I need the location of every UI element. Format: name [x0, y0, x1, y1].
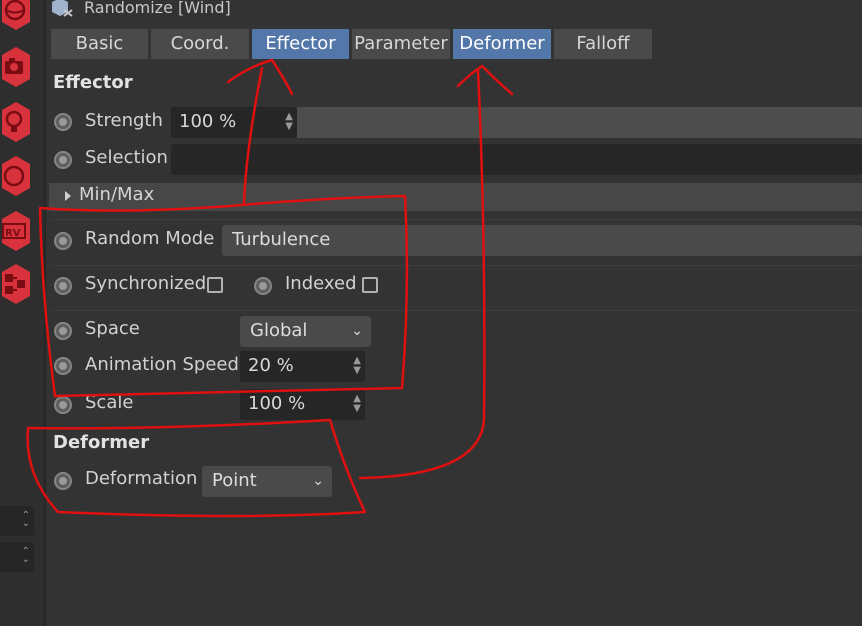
row-divider — [49, 219, 862, 220]
row-divider — [49, 265, 862, 266]
left-toolbar: RV ⌃ ⌄ ⌃ ⌄ — [0, 0, 46, 626]
light-tool-icon[interactable] — [0, 100, 32, 146]
strength-value: 100 % — [179, 111, 237, 132]
tab-deformer[interactable]: Deformer — [453, 29, 551, 59]
synchronized-checkbox[interactable] — [207, 277, 223, 293]
minmax-label: Min/Max — [79, 184, 155, 205]
indexed-label: Indexed — [285, 273, 357, 294]
selection-link-field[interactable] — [171, 144, 862, 175]
environment-tool-icon[interactable] — [0, 154, 32, 200]
indexed-animate-radio[interactable] — [254, 277, 272, 295]
sphere-tool-icon[interactable] — [0, 0, 32, 34]
space-dropdown[interactable]: Global ⌄ — [240, 316, 371, 347]
deformer-section-title: Deformer — [53, 432, 150, 453]
scale-field[interactable]: 100 % ▲ ▼ — [240, 389, 365, 420]
random-mode-label: Random Mode — [85, 228, 215, 249]
strength-animate-radio[interactable] — [54, 113, 72, 131]
tab-parameter[interactable]: Parameter — [352, 29, 450, 59]
spinner-arrows-icon[interactable]: ▲ ▼ — [285, 112, 293, 132]
minmax-group-toggle[interactable]: Min/Max — [49, 183, 862, 211]
side-number-field[interactable]: ⌃ ⌄ — [0, 542, 34, 572]
random-mode-animate-radio[interactable] — [54, 232, 72, 250]
selection-animate-radio[interactable] — [54, 151, 72, 169]
synchronized-animate-radio[interactable] — [54, 277, 72, 295]
side-number-field[interactable]: ⌃ ⌄ — [0, 506, 34, 536]
space-animate-radio[interactable] — [54, 322, 72, 340]
tab-effector[interactable]: Effector — [252, 29, 349, 59]
spinner-arrows-icon[interactable]: ▲ ▼ — [353, 394, 361, 414]
row-divider — [49, 310, 862, 311]
animation-speed-field[interactable]: 20 % ▲ ▼ — [240, 351, 365, 382]
object-header: Randomize [Wind] — [50, 0, 231, 18]
strength-slider[interactable] — [297, 107, 862, 138]
randomize-effector-icon — [52, 0, 73, 17]
selection-label: Selection — [85, 147, 168, 168]
expand-triangle-icon — [65, 191, 71, 201]
animation-speed-value: 20 % — [248, 355, 294, 376]
render-view-tool-icon[interactable]: RV — [0, 209, 32, 255]
space-value: Global — [250, 320, 308, 341]
scale-animate-radio[interactable] — [54, 396, 72, 414]
scale-label: Scale — [85, 392, 134, 413]
node-tool-icon[interactable] — [0, 262, 32, 308]
random-mode-dropdown[interactable]: Turbulence — [222, 225, 862, 256]
indexed-checkbox[interactable] — [362, 277, 378, 293]
animation-speed-label: Animation Speed — [85, 354, 239, 375]
space-label: Space — [85, 318, 140, 339]
chevron-down-icon: ⌄ — [312, 473, 324, 489]
camera-tool-icon[interactable] — [0, 45, 32, 91]
scale-value: 100 % — [248, 393, 306, 414]
deformation-dropdown[interactable]: Point ⌄ — [202, 466, 332, 497]
spinner-arrows-icon[interactable]: ▲ ▼ — [353, 356, 361, 376]
deformation-value: Point — [212, 470, 257, 491]
deformation-label: Deformation — [85, 468, 198, 489]
tab-coord[interactable]: Coord. — [151, 29, 249, 59]
red-annotation-overlay — [26, 58, 514, 518]
animation-speed-animate-radio[interactable] — [54, 357, 72, 375]
tab-basic[interactable]: Basic — [51, 29, 148, 59]
object-title: Randomize [Wind] — [84, 0, 231, 17]
strength-label: Strength — [85, 110, 163, 131]
tab-falloff[interactable]: Falloff — [554, 29, 652, 59]
chevron-down-icon: ⌄ — [351, 323, 363, 339]
effector-section-title: Effector — [53, 72, 133, 93]
svg-text:RV: RV — [5, 228, 21, 239]
synchronized-label: Synchronized — [85, 273, 207, 294]
deformation-animate-radio[interactable] — [54, 472, 72, 490]
strength-field[interactable]: 100 % ▲ ▼ — [171, 107, 297, 138]
